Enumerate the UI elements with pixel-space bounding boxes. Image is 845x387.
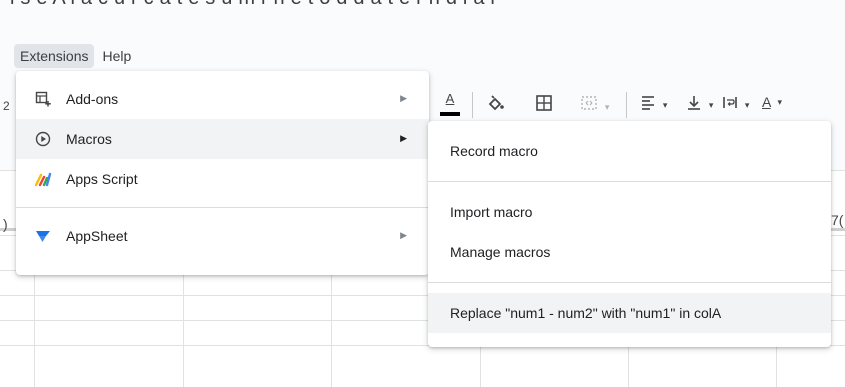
horizontal-align-button[interactable]: ▾ [640,94,667,113]
right-edge-text: 7( [831,212,844,228]
add-ons-icon [34,90,52,108]
align-caret-icon: ▾ [662,100,668,110]
grid-column-line [34,270,35,387]
merge-caret-icon: ▾ [604,102,610,112]
sheets-window: i s e A l a c u r c a t e s u m r n e t … [0,0,845,387]
text-wrap-button[interactable]: ▾ [722,94,749,113]
submenu-item-saved-macro[interactable]: Replace "num1 - num2" with "num1" in col… [428,293,831,333]
menubar: Extensions Help [14,42,139,70]
menu-item-macros[interactable]: Macros ▶ [16,119,429,159]
text-rotation-button[interactable]: A ▾ [762,94,782,110]
menu-item-label: Macros [66,131,112,147]
merge-cells-button[interactable]: ▾ [580,94,609,115]
menu-item-label: Add-ons [66,91,119,107]
left-edge-text: 2 [3,99,10,113]
menu-item-add-ons[interactable]: Add-ons ▶ [16,79,429,119]
text-color-swatch [440,112,460,116]
align-left-icon [642,96,654,110]
rotation-caret-icon: ▾ [777,97,782,107]
menu-item-label: AppSheet [66,228,128,244]
menubar-extensions[interactable]: Extensions [14,44,95,68]
submenu-arrow-icon: ▶ [400,133,407,143]
menu-item-label: Apps Script [66,171,138,187]
valign-caret-icon: ▾ [708,100,714,110]
extensions-menu: Add-ons ▶ Macros ▶ Apps Script AppSheet … [16,71,429,275]
menu-item-apps-script[interactable]: Apps Script [16,159,429,199]
valign-bottom-icon [688,96,700,110]
toolbar-divider [626,92,627,118]
borders-button[interactable] [535,94,553,115]
macros-submenu: Record macro Import macro Manage macros … [428,121,831,347]
grid-column-line [331,270,332,387]
borders-icon [536,95,552,111]
submenu-item-manage-macros[interactable]: Manage macros [428,232,831,272]
wrap-caret-icon: ▾ [744,100,750,110]
toolbar-divider [472,92,473,118]
macros-icon [34,130,52,148]
vertical-align-button[interactable]: ▾ [686,94,713,113]
grid-column-line [183,270,184,387]
submenu-divider [428,282,831,283]
submenu-item-import-macro[interactable]: Import macro [428,192,831,232]
menubar-help[interactable]: Help [96,44,137,68]
submenu-arrow-icon: ▶ [400,230,407,240]
merge-cells-icon [581,96,597,110]
cut-off-header-text: i s e A l a c u r c a t e s u m r n e t … [10,0,495,10]
left-edge-paren: ) [3,216,8,232]
text-wrap-icon [723,97,737,108]
paint-bucket-icon [488,95,504,111]
text-color-button[interactable]: A [439,90,461,116]
menu-divider [16,207,429,208]
appsheet-icon [34,227,52,245]
apps-script-icon [34,170,52,188]
menu-item-appsheet[interactable]: AppSheet ▶ [16,216,429,256]
text-rotation-icon: A [762,94,771,110]
submenu-arrow-icon: ▶ [400,93,407,103]
submenu-item-record-macro[interactable]: Record macro [428,131,831,171]
submenu-divider [428,181,831,182]
fill-color-button[interactable] [486,94,506,117]
